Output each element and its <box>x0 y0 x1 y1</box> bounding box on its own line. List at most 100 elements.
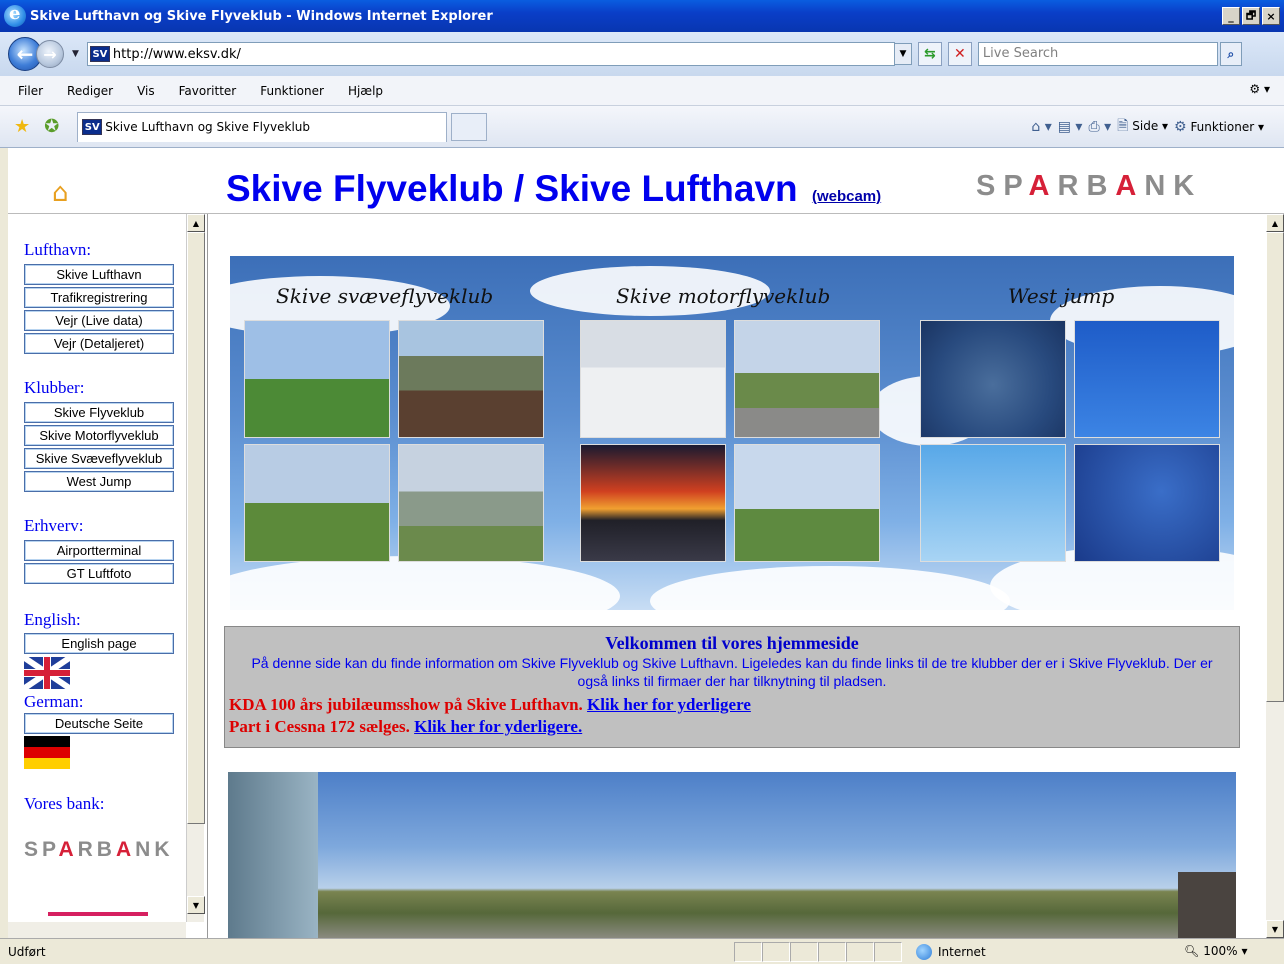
status-text: Udført <box>8 945 46 959</box>
cloud <box>230 556 620 610</box>
page-icon: 🗎 <box>1117 118 1129 134</box>
maximize-button[interactable]: 🗗 <box>1242 7 1260 25</box>
nav-west-jump[interactable]: West Jump <box>24 471 174 492</box>
photo-parachute[interactable] <box>1074 320 1220 438</box>
photo-parachutes[interactable] <box>920 444 1066 562</box>
status-cell <box>762 942 790 962</box>
nav-english-page[interactable]: English page <box>24 633 174 654</box>
menu-favoritter[interactable]: Favoritter <box>179 84 237 98</box>
globe-icon <box>916 944 932 960</box>
refresh-icon[interactable]: ⇆ <box>917 42 942 66</box>
search-icon[interactable]: ⌕ <box>1219 42 1242 66</box>
left-frame-hscrollbar[interactable] <box>8 922 186 938</box>
address-toolbar: ← → ▼ SV http://www.eksv.dk/ ▼ ⇆ ✕ Live … <box>0 32 1284 76</box>
nav-heading-lufthavn: Lufthavn: <box>24 240 92 259</box>
menu-hjaelp[interactable]: Hjælp <box>348 84 383 98</box>
webcam-link[interactable]: (webcam) <box>812 188 881 205</box>
photo-planes-field[interactable] <box>734 444 880 562</box>
internet-explorer-icon <box>4 3 26 27</box>
home-icon[interactable]: ⌂ <box>52 178 69 208</box>
german-flag-icon[interactable] <box>24 736 70 769</box>
photo-red-plane[interactable] <box>580 320 726 438</box>
stop-icon[interactable]: ✕ <box>947 42 972 66</box>
add-favorites-icon[interactable]: ✪ <box>44 116 59 137</box>
sparbank-logo[interactable]: SPARBANK <box>976 170 1202 203</box>
command-bar: ⌂ ▾ ▤ ▾ ⎙ ▾ 🗎 Side ▾ ⚙ Funktioner ▾ <box>1031 115 1264 139</box>
window-controls: _ 🗗 × <box>1222 7 1280 25</box>
nav-heading-bank: Vores bank: <box>24 794 105 813</box>
menu-rediger[interactable]: Rediger <box>67 84 113 98</box>
site-header: ⌂ Skive Flyveklub / Skive Lufthavn (webc… <box>8 148 1284 214</box>
airport-panorama-photo <box>228 772 1236 938</box>
zoom-dropdown-icon[interactable]: ▾ <box>1242 944 1248 958</box>
main-frame-scrollbar[interactable]: ▲ ▼ <box>1266 214 1284 938</box>
uk-flag-icon[interactable] <box>24 657 70 689</box>
address-dropdown-icon[interactable]: ▼ <box>893 43 912 65</box>
menu-filer[interactable]: Filer <box>18 84 43 98</box>
zoom-control[interactable]: 🔍︎ 100% ▾ <box>1184 944 1248 958</box>
label-motorflyveklub: Skive motorflyveklub <box>616 284 831 308</box>
window-title: Skive Lufthavn og Skive Flyveklub - Wind… <box>30 8 493 24</box>
news-link-jubilaeum[interactable]: Klik her for yderligere <box>587 695 751 714</box>
sparbank-logo-side[interactable]: SPARBANK <box>24 838 174 862</box>
news-link-cessna[interactable]: Klik her for yderligere. <box>414 717 582 736</box>
news-item: KDA 100 års jubilæumsshow på Skive Lufth… <box>229 694 1239 716</box>
nav-vejr-detaljeret[interactable]: Vejr (Detaljeret) <box>24 333 174 354</box>
tools-menu-button[interactable]: ⚙ Funktioner ▾ <box>1174 119 1264 135</box>
zoom-level: 100% <box>1203 944 1238 958</box>
minimize-button[interactable]: _ <box>1222 7 1240 25</box>
close-button[interactable]: × <box>1262 7 1280 25</box>
welcome-heading: Velkommen til vores hjemmeside <box>605 633 859 653</box>
photo-terminal[interactable] <box>398 444 544 562</box>
menu-funktioner[interactable]: Funktioner <box>260 84 324 98</box>
photo-skydivers[interactable] <box>1074 444 1220 562</box>
label-west-jump: West jump <box>1008 284 1115 308</box>
favorites-star-icon[interactable]: ★ <box>14 116 30 137</box>
nav-gt-luftfoto[interactable]: GT Luftfoto <box>24 563 174 584</box>
page-menu-button[interactable]: 🗎 Side ▾ <box>1117 115 1168 139</box>
photo-aerial-field[interactable] <box>398 320 544 438</box>
new-tab-button[interactable] <box>451 112 488 141</box>
nav-skive-flyveklub[interactable]: Skive Flyveklub <box>24 402 174 423</box>
clubs-collage: Skive svæveflyveklub Skive motorflyveklu… <box>230 256 1234 610</box>
menu-vis[interactable]: Vis <box>137 84 155 98</box>
welcome-intro: På denne side kan du finde information o… <box>251 655 1213 689</box>
nav-skive-motorflyveklub[interactable]: Skive Motorflyveklub <box>24 425 174 446</box>
status-cell <box>874 942 902 962</box>
status-cell <box>818 942 846 962</box>
nav-deutsche-seite[interactable]: Deutsche Seite <box>24 713 174 734</box>
photo-white-plane[interactable] <box>734 320 880 438</box>
address-input[interactable]: SV http://www.eksv.dk/ <box>86 42 895 66</box>
feeds-icon[interactable]: ▤ ▾ <box>1058 119 1083 135</box>
nav-skive-lufthavn[interactable]: Skive Lufthavn <box>24 264 174 285</box>
toolbar-options-icon[interactable]: ⚙ ▾ <box>1249 82 1270 96</box>
scroll-up-icon[interactable]: ▲ <box>1266 214 1284 232</box>
scroll-down-icon[interactable]: ▼ <box>187 896 205 914</box>
status-bar: Udført Internet 🔍︎ 100% ▾ <box>0 938 1284 964</box>
search-input[interactable]: Live Search <box>977 42 1218 66</box>
photo-sunset[interactable] <box>580 444 726 562</box>
scroll-up-icon[interactable]: ▲ <box>187 214 205 232</box>
history-dropdown-icon[interactable]: ▼ <box>72 49 79 59</box>
nav-vejr-live[interactable]: Vejr (Live data) <box>24 310 174 331</box>
photo-glider-field[interactable] <box>244 320 390 438</box>
news-item: Part i Cessna 172 sælges. Klik her for y… <box>229 716 1239 738</box>
print-icon[interactable]: ⎙ ▾ <box>1088 119 1111 135</box>
forward-button[interactable]: → <box>36 40 64 68</box>
page-content: ⌂ Skive Flyveklub / Skive Lufthavn (webc… <box>8 148 1284 938</box>
scroll-thumb[interactable] <box>187 232 205 824</box>
security-zone[interactable]: Internet <box>908 942 1178 962</box>
nav-trafikregistrering[interactable]: Trafikregistrering <box>24 287 174 308</box>
nav-heading-english: English: <box>24 610 81 629</box>
left-frame-scrollbar[interactable]: ▲ ▼ <box>186 214 205 922</box>
nav-airportterminal[interactable]: Airportterminal <box>24 540 174 561</box>
photo-glider-runway[interactable] <box>244 444 390 562</box>
tab-bar: ★ ✪ SV Skive Lufthavn og Skive Flyveklub… <box>0 106 1284 148</box>
nav-skive-svaeveflyveklub[interactable]: Skive Svæveflyveklub <box>24 448 174 469</box>
tab-active[interactable]: SV Skive Lufthavn og Skive Flyveklub <box>77 111 448 142</box>
photo-skydivers-formation[interactable] <box>920 320 1066 438</box>
scroll-thumb[interactable] <box>1266 232 1284 702</box>
home-icon[interactable]: ⌂ ▾ <box>1031 119 1051 135</box>
news-text: KDA 100 års jubilæumsshow på Skive Lufth… <box>229 695 583 714</box>
scroll-down-icon[interactable]: ▼ <box>1266 920 1284 938</box>
